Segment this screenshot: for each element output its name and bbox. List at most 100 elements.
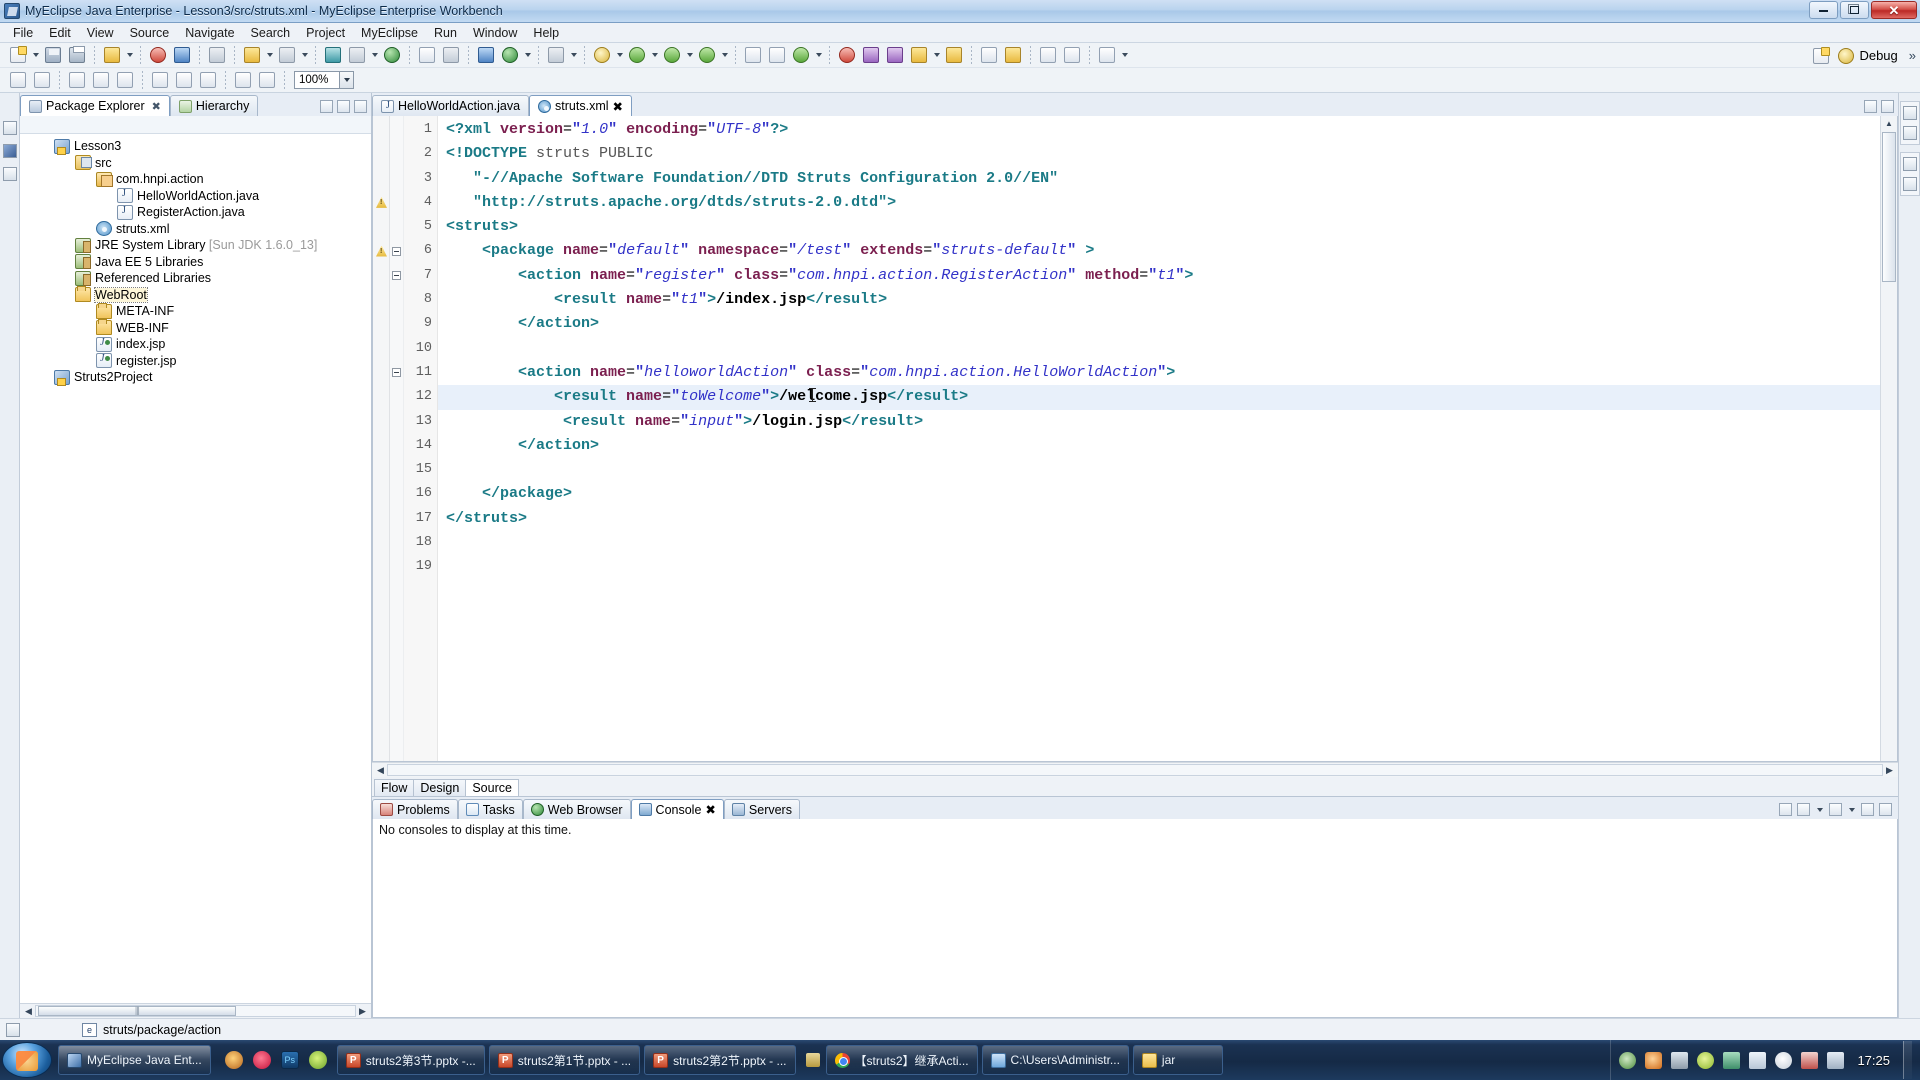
redo-button[interactable]	[31, 70, 53, 91]
tree-item[interactable]: RegisterAction.java	[20, 204, 371, 221]
refresh-dropdown-arrow[interactable]	[813, 45, 824, 66]
annotate-button[interactable]	[943, 45, 965, 66]
tab-helloworldaction-java[interactable]: HelloWorldAction.java	[372, 95, 529, 116]
start-button[interactable]	[2, 1042, 52, 1078]
tab-servers[interactable]: Servers	[724, 799, 800, 819]
restore-view-icon[interactable]	[1903, 106, 1917, 120]
tree-item[interactable]: struts.xml	[20, 221, 371, 238]
server-button[interactable]	[171, 45, 193, 66]
tree-item[interactable]: src	[20, 155, 371, 172]
tab-source[interactable]: Source	[465, 779, 519, 796]
snapshot-dropdown-arrow[interactable]	[568, 45, 579, 66]
link-with-editor-icon[interactable]	[337, 100, 350, 113]
taskbar-item-myeclipse[interactable]: MyEclipse Java Ent...	[58, 1045, 211, 1075]
new-console-arrow[interactable]	[1847, 804, 1856, 816]
code-line[interactable]: </struts>	[438, 507, 1880, 531]
tree-item[interactable]: WebRoot	[20, 287, 371, 304]
menu-window[interactable]: Window	[465, 24, 525, 42]
hscroll-thumb[interactable]	[38, 1006, 236, 1016]
new-dropdown-arrow[interactable]	[30, 45, 41, 66]
run-wizard-button[interactable]	[241, 45, 263, 66]
run-last-button[interactable]	[661, 45, 683, 66]
run-button[interactable]	[626, 45, 648, 66]
open-resource-button[interactable]	[440, 45, 462, 66]
myeclipse-fastview-icon[interactable]	[3, 144, 17, 158]
photoshop-icon[interactable]: Ps	[281, 1051, 299, 1069]
restore-view-icon[interactable]	[3, 121, 17, 135]
tree-item[interactable]: Lesson3	[20, 138, 371, 155]
next-edit-button[interactable]	[1002, 45, 1024, 66]
opera-icon[interactable]	[253, 1051, 271, 1069]
open-perspective-button[interactable]	[1810, 45, 1832, 66]
project-tree[interactable]: Lesson3srccom.hnpi.actionHelloWorldActio…	[20, 134, 371, 1003]
console-menu-arrow[interactable]	[1815, 804, 1824, 816]
taskbar-clock[interactable]: 17:25	[1857, 1053, 1890, 1068]
tab-console[interactable]: Console ✖	[631, 799, 724, 819]
tree-item[interactable]: JRE System Library [Sun JDK 1.6.0_13]	[20, 237, 371, 254]
taskbar-item-pptx-1[interactable]: P struts2第1节.pptx - ...	[489, 1045, 640, 1075]
tree-item[interactable]: com.hnpi.action	[20, 171, 371, 188]
tab-flow[interactable]: Flow	[374, 779, 414, 796]
debug-dropdown-arrow[interactable]	[614, 45, 625, 66]
console-output[interactable]: No consoles to display at this time.	[372, 819, 1898, 1018]
perspective-overflow-icon[interactable]: »	[1909, 48, 1916, 63]
search-globe-button[interactable]	[499, 45, 521, 66]
previous-edit-button[interactable]	[978, 45, 1000, 66]
warning-marker-icon[interactable]	[376, 197, 387, 208]
collapse-all-icon[interactable]	[320, 100, 333, 113]
ungroup-button[interactable]	[256, 70, 278, 91]
close-icon[interactable]: ✖	[613, 99, 623, 114]
tree-item[interactable]: META-INF	[20, 303, 371, 320]
perspective-debug-label[interactable]: Debug	[1859, 48, 1897, 63]
browser-button[interactable]	[206, 45, 228, 66]
maximize-button[interactable]	[1840, 1, 1869, 19]
next-annotation-button[interactable]	[742, 45, 764, 66]
tab-package-explorer[interactable]: Package Explorer ✖	[20, 95, 170, 116]
scroll-left-icon[interactable]: ◀	[22, 1005, 35, 1017]
debug-bug-button[interactable]	[591, 45, 613, 66]
close-button[interactable]: ✕	[1871, 1, 1917, 19]
code-line[interactable]: <package name="default" namespace="/test…	[438, 239, 1880, 263]
code-line[interactable]: <struts>	[438, 215, 1880, 239]
close-icon[interactable]: ✖	[152, 100, 161, 113]
taskbar-overflow[interactable]	[800, 1053, 826, 1067]
new-package-button[interactable]	[860, 45, 882, 66]
pin-console-icon[interactable]	[1797, 803, 1810, 816]
tree-item[interactable]: HelloWorldAction.java	[20, 188, 371, 205]
update-icon[interactable]	[1697, 1052, 1714, 1069]
editor-vscrollbar[interactable]: ▲	[1880, 116, 1897, 761]
vscroll-thumb[interactable]	[1882, 132, 1896, 282]
recycle-ok-icon[interactable]	[1619, 1052, 1636, 1069]
menu-source[interactable]: Source	[122, 24, 178, 42]
volume-icon[interactable]	[1749, 1052, 1766, 1069]
code-line[interactable]: <action name="helloworldAction" class="c…	[438, 361, 1880, 385]
minimize-console-icon[interactable]	[1861, 803, 1874, 816]
edit-pencil-button[interactable]	[908, 45, 930, 66]
scroll-right-icon[interactable]: ▶	[356, 1005, 369, 1017]
code-line[interactable]: <result name="input">/login.jsp</result>	[438, 410, 1880, 434]
restore-view-icon[interactable]	[1903, 157, 1917, 171]
search-dropdown-arrow[interactable]	[522, 45, 533, 66]
align-center-button[interactable]	[90, 70, 112, 91]
menu-navigate[interactable]: Navigate	[177, 24, 242, 42]
code-line[interactable]	[438, 337, 1880, 361]
network-icon[interactable]	[1671, 1052, 1688, 1069]
db-explorer-button[interactable]	[322, 45, 344, 66]
code-line[interactable]: "http://struts.apache.org/dtds/struts-2.…	[438, 191, 1880, 215]
fold-collapse-icon[interactable]	[392, 368, 401, 377]
pin-editor-dropdown-arrow[interactable]	[1119, 45, 1130, 66]
firefox-icon[interactable]	[225, 1051, 243, 1069]
align-left-button[interactable]	[66, 70, 88, 91]
taskbar-item-explorer[interactable]: C:\Users\Administr...	[982, 1045, 1129, 1075]
new-java-project-button[interactable]	[836, 45, 858, 66]
tab-tasks[interactable]: Tasks	[458, 799, 523, 819]
zoom-dropdown-arrow[interactable]	[340, 71, 354, 89]
tree-item[interactable]: Java EE 5 Libraries	[20, 254, 371, 271]
run-wizard-dropdown-arrow[interactable]	[264, 45, 275, 66]
taskbar-item-chrome[interactable]: 【struts2】继承Acti...	[826, 1045, 978, 1075]
editor-hscrollbar[interactable]: ◀ ▶	[372, 762, 1898, 777]
hscroll-track[interactable]	[35, 1005, 356, 1017]
group-button[interactable]	[232, 70, 254, 91]
warning-marker-icon[interactable]	[376, 246, 387, 257]
show-desktop-button[interactable]	[1903, 1041, 1912, 1079]
